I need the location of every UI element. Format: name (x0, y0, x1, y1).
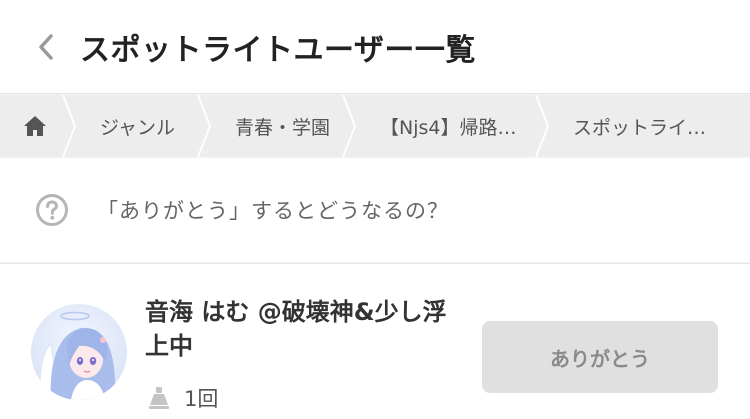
user-name[interactable]: 音海 はむ @破壊神&少し浮上中 (145, 295, 460, 363)
avatar-image (31, 304, 127, 400)
thanks-button[interactable]: ありがとう (482, 321, 718, 393)
breadcrumb-label: ジャンル (100, 116, 176, 139)
question-circle-icon (36, 194, 68, 226)
help-text: 「ありがとう」するとどうなるの？ (97, 199, 449, 223)
help-link[interactable]: 「ありがとう」するとどうなるの？ (0, 158, 750, 262)
breadcrumb: ジャンル 青春・学園 【Njs4】帰路… スポットライ… (0, 95, 750, 157)
user-card: 音海 はむ @破壊神&少し浮上中 1回 ありがとう (0, 263, 750, 419)
breadcrumb-label: スポットライ… (573, 116, 707, 139)
page-title: スポットライトユーザー一覧 (80, 32, 476, 68)
thanks-count: 1回 (148, 383, 218, 413)
home-icon (24, 116, 46, 136)
breadcrumb-item-genre[interactable]: ジャンル (70, 95, 211, 157)
breadcrumb-item-work[interactable]: 【Njs4】帰路… (350, 95, 549, 157)
count-label: 1回 (184, 387, 219, 411)
breadcrumb-item-category[interactable]: 青春・学園 (205, 95, 356, 157)
avatar[interactable] (31, 304, 127, 400)
breadcrumb-home[interactable] (0, 95, 76, 157)
app-header: スポットライトユーザー一覧 (0, 0, 750, 94)
breadcrumb-item-spotlight[interactable]: スポットライ… (543, 95, 750, 157)
spotlight-icon (149, 387, 169, 409)
back-button[interactable] (26, 27, 66, 67)
breadcrumb-label: 【Njs4】帰路… (380, 116, 517, 139)
breadcrumb-label: 青春・学園 (235, 116, 331, 139)
chevron-left-icon (39, 33, 53, 60)
